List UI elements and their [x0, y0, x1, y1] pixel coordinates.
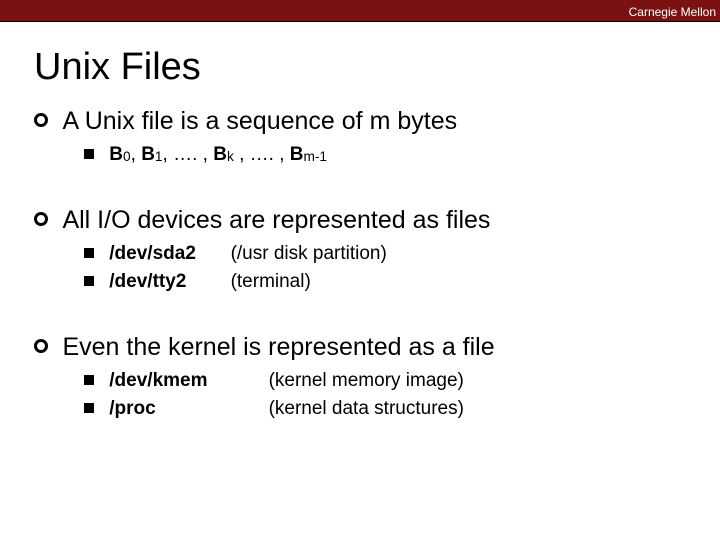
- bullet-item: All I/O devices are represented as files: [34, 206, 720, 235]
- byte-sequence: B0, B1, …. , Bk , …. , Bm-1: [109, 144, 327, 165]
- sub-list: B0, B1, …. , Bk , …. , Bm-1: [84, 144, 720, 166]
- bullet-text: Even the kernel is represented as a file: [62, 333, 494, 361]
- sub-item: /dev/kmem (kernel memory image): [84, 370, 720, 392]
- square-bullet-icon: [84, 276, 94, 286]
- org-name: Carnegie Mellon: [629, 5, 716, 19]
- square-bullet-icon: [84, 149, 94, 159]
- square-bullet-icon: [84, 375, 94, 385]
- device-name: /dev/tty2: [109, 271, 217, 293]
- sep: ,: [131, 144, 142, 165]
- slide-content: A Unix file is a sequence of m bytes B0,…: [34, 107, 720, 420]
- square-bullet-icon: [84, 248, 94, 258]
- slide-title: Unix Files: [34, 46, 720, 89]
- bullet-text: A Unix file is a sequence of m bytes: [62, 107, 457, 135]
- sub-item: /proc (kernel data structures): [84, 398, 720, 420]
- byte-sm: m-1: [303, 149, 327, 164]
- kernel-desc: (kernel memory image): [269, 370, 464, 392]
- byte-b1: B: [141, 144, 155, 165]
- sep: , …. ,: [234, 144, 290, 165]
- sub-list: /dev/sda2 (/usr disk partition) /dev/tty…: [84, 243, 720, 293]
- sub-item: B0, B1, …. , Bk , …. , Bm-1: [84, 144, 720, 166]
- device-name: /dev/sda2: [109, 243, 217, 265]
- sub-item: /dev/tty2 (terminal): [84, 271, 720, 293]
- byte-bk: B: [213, 144, 227, 165]
- byte-sk: k: [227, 149, 234, 164]
- byte-bm: B: [290, 144, 304, 165]
- circle-bullet-icon: [34, 212, 48, 226]
- slide: Carnegie Mellon Unix Files A Unix file i…: [0, 0, 720, 540]
- circle-bullet-icon: [34, 113, 48, 127]
- bullet-item: Even the kernel is represented as a file: [34, 333, 720, 362]
- device-desc: (terminal): [231, 271, 311, 293]
- bullet-item: A Unix file is a sequence of m bytes: [34, 107, 720, 136]
- sep: , …. ,: [163, 144, 214, 165]
- circle-bullet-icon: [34, 339, 48, 353]
- byte-s0: 0: [123, 149, 131, 164]
- kernel-name: /dev/kmem: [109, 370, 263, 392]
- byte-b0: B: [109, 144, 123, 165]
- square-bullet-icon: [84, 403, 94, 413]
- header-bar: Carnegie Mellon: [0, 0, 720, 22]
- bullet-text: All I/O devices are represented as files: [62, 206, 490, 234]
- kernel-desc: (kernel data structures): [269, 398, 464, 420]
- sub-item: /dev/sda2 (/usr disk partition): [84, 243, 720, 265]
- kernel-name: /proc: [109, 398, 263, 420]
- sub-list: /dev/kmem (kernel memory image) /proc (k…: [84, 370, 720, 420]
- byte-s1: 1: [155, 149, 163, 164]
- device-desc: (/usr disk partition): [231, 243, 387, 265]
